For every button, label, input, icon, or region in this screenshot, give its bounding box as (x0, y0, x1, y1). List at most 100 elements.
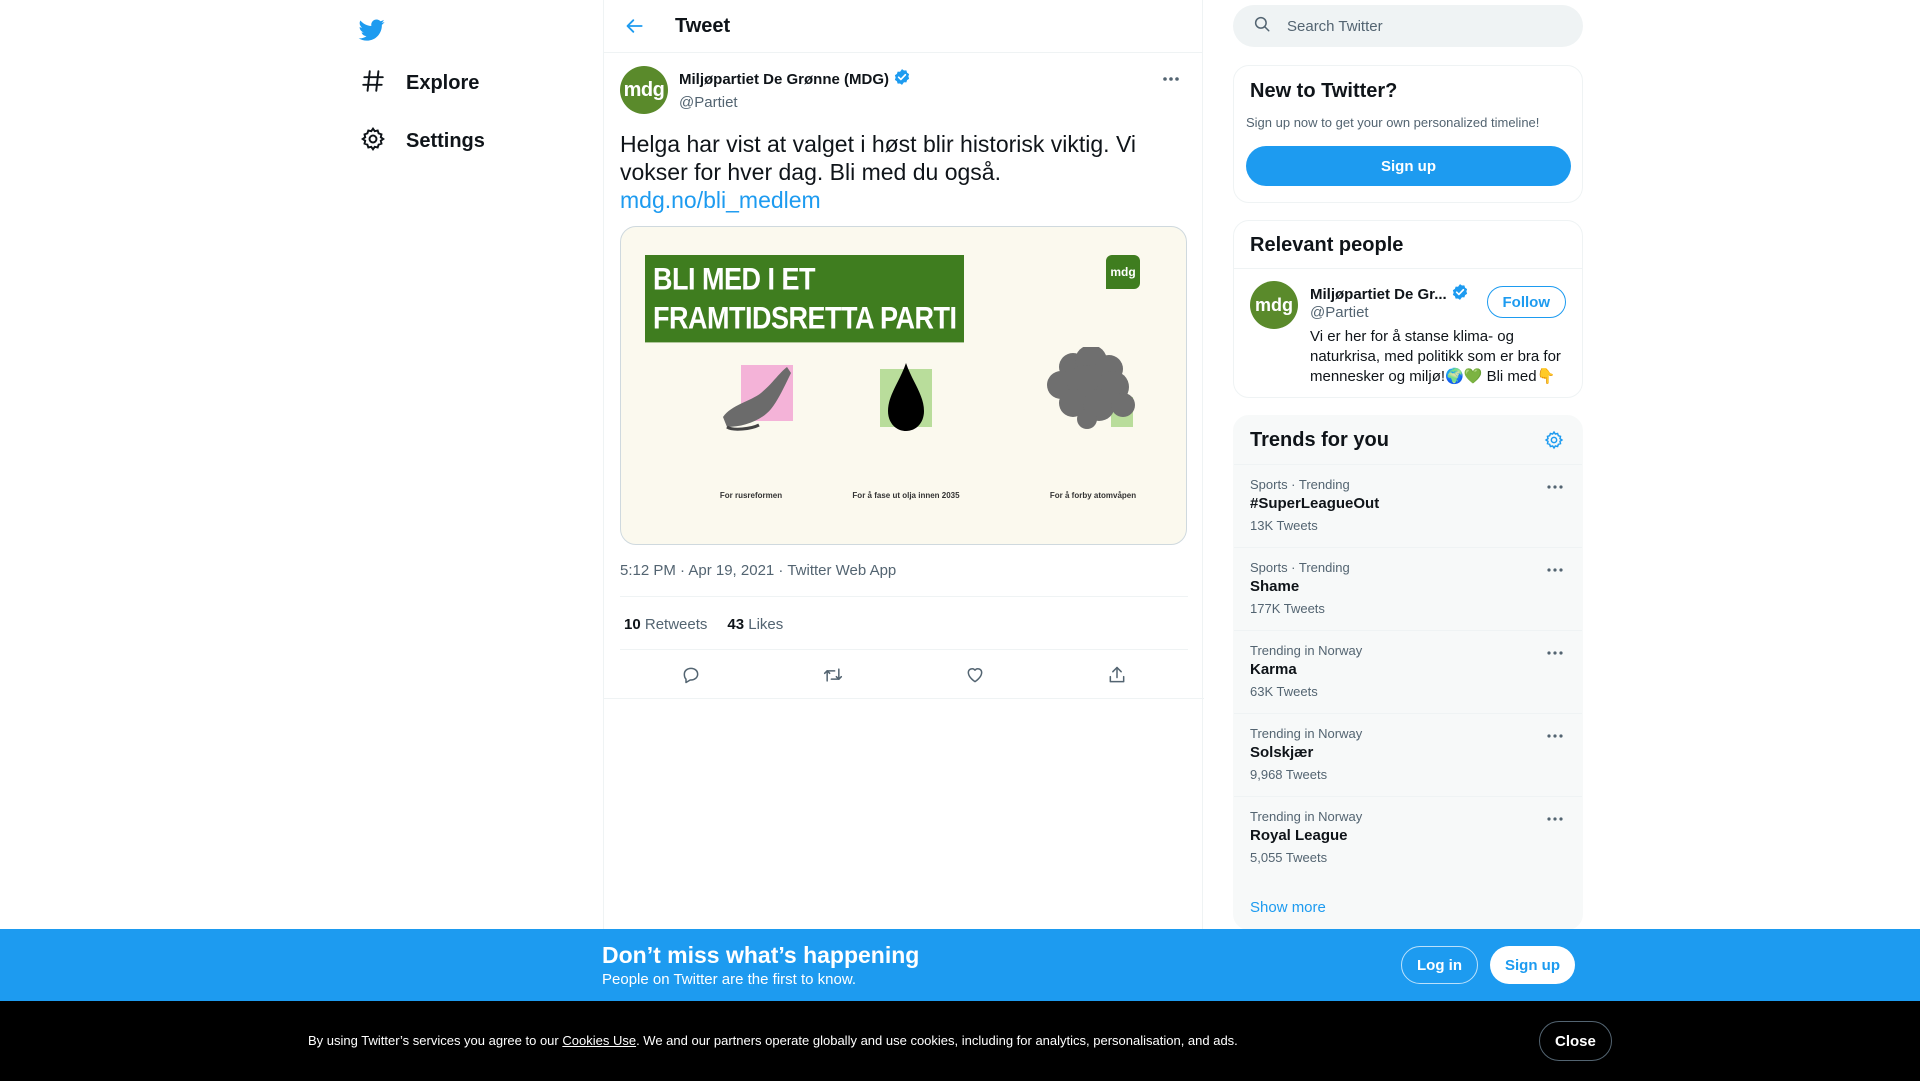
show-more-link[interactable]: Show more (1250, 899, 1326, 916)
divider (620, 596, 1188, 597)
trend-count: 5,055 Tweets (1250, 850, 1328, 865)
retweet-icon[interactable] (815, 657, 851, 693)
search-icon (1233, 15, 1271, 38)
tweet-author[interactable]: Miljøpartiet De Grønne (MDG) @Partiet (679, 68, 911, 111)
twitter-bird-icon[interactable] (352, 10, 392, 50)
search-box[interactable] (1233, 5, 1583, 47)
trend-name: Karma (1250, 661, 1297, 678)
retweets-label: Retweets (644, 616, 708, 633)
trend-name: Solskjær (1250, 744, 1314, 761)
prompt-subtitle: People on Twitter are the first to know. (602, 971, 857, 988)
relevant-people-card: Relevant people mdg Miljøpartiet De Gr..… (1233, 220, 1583, 398)
caption-3: For å forby atomvåpen (1049, 491, 1137, 500)
hashtag-icon (360, 68, 386, 99)
trends-header: Trends for you (1234, 416, 1582, 464)
likes-count: 43 (727, 616, 745, 633)
author-name: Miljøpartiet De Grønne (MDG) (679, 70, 889, 88)
trend-context: Trending in Norway (1250, 809, 1363, 824)
divider (604, 698, 1204, 699)
tweet-actions (620, 655, 1188, 695)
person-name: Miljøpartiet De Gr... (1310, 285, 1447, 303)
trend-item[interactable]: Trending in Norway Karma 63K Tweets (1234, 630, 1582, 713)
gear-icon[interactable] (1544, 430, 1564, 455)
trends-title: Trends for you (1250, 429, 1389, 451)
trend-count: 177K Tweets (1250, 601, 1325, 616)
new-to-twitter-title: New to Twitter? (1250, 80, 1398, 102)
share-icon[interactable] (1099, 657, 1135, 693)
more-options-icon[interactable] (1542, 643, 1568, 663)
follow-button[interactable]: Follow (1486, 286, 1566, 318)
tweet-timestamp[interactable]: 5:12 PM · Apr 19, 2021 · Twitter Web App (620, 562, 896, 579)
login-button[interactable]: Log in (1401, 946, 1478, 984)
close-button[interactable]: Close (1539, 1021, 1612, 1061)
cookies-use-link[interactable]: Cookies Use (562, 1033, 636, 1048)
prompt-title: Don’t miss what’s happening (602, 942, 920, 968)
trend-context: Sports · Trending (1250, 477, 1350, 492)
trend-name: Royal League (1250, 827, 1348, 844)
hand-illustration (661, 347, 841, 507)
tweet-link[interactable]: mdg.no/bli_medlem (620, 186, 1188, 214)
trends-card: Trends for you Sports · Trending #SuperL… (1233, 415, 1583, 930)
retweets-count: 10 (624, 616, 641, 633)
reply-icon[interactable] (673, 657, 709, 693)
divider (1234, 268, 1582, 269)
main-header: Tweet (604, 0, 1202, 53)
oil-drop-illustration (816, 347, 996, 507)
verified-badge-icon (893, 68, 911, 90)
signup-prompt-bar: Don’t miss what’s happening People on Tw… (0, 929, 1920, 1001)
trend-name: Shame (1250, 578, 1300, 595)
likes-label: Likes (748, 616, 784, 633)
person-avatar[interactable]: mdg (1250, 281, 1298, 329)
tweet-text: Helga har vist at valget i høst blir his… (620, 131, 1136, 185)
gear-icon (360, 126, 386, 157)
tweet-text-block: Helga har vist at valget i høst blir his… (620, 130, 1188, 214)
search-input[interactable] (1287, 17, 1547, 35)
tweet-media-image[interactable]: BLI MED I ET FRAMTIDSRETTA PARTI mdg For… (620, 226, 1187, 545)
person-name-row[interactable]: Miljøpartiet De Gr... (1310, 283, 1469, 305)
more-options-icon[interactable] (1542, 560, 1568, 580)
main-column: Tweet mdg Miljøpartiet De Grønne (MDG) @… (603, 0, 1204, 1081)
signup-button-label: Sign up (1505, 956, 1560, 974)
more-options-icon[interactable] (1542, 477, 1568, 497)
trend-item[interactable]: Sports · Trending Shame 177K Tweets (1234, 547, 1582, 630)
caption-2: For å fase ut olja innen 2035 (852, 491, 960, 500)
cookie-consent-bar: By using Twitter’s services you agree to… (0, 1001, 1920, 1081)
nav-settings[interactable]: Settings (348, 116, 497, 166)
signup-button[interactable]: Sign up (1246, 146, 1571, 186)
new-to-twitter-card: New to Twitter? Sign up now to get your … (1233, 65, 1583, 203)
trend-count: 9,968 Tweets (1250, 767, 1328, 782)
relevant-people-title: Relevant people (1250, 234, 1404, 256)
trend-item[interactable]: Trending in Norway Royal League 5,055 Tw… (1234, 796, 1582, 879)
person-bio: Vi er her for å stanse klima- og naturkr… (1310, 328, 1561, 385)
trend-context: Sports · Trending (1250, 560, 1350, 575)
cookie-text: By using Twitter’s services you agree to… (308, 1033, 1238, 1048)
trend-item[interactable]: Trending in Norway Solskjær 9,968 Tweets (1234, 713, 1582, 796)
retweets-stat[interactable]: 10 Retweets (624, 616, 707, 633)
trend-context: Trending in Norway (1250, 726, 1363, 741)
cookie-text-after: . We and our partners operate globally a… (636, 1033, 1238, 1048)
author-handle: @Partiet (679, 94, 738, 111)
caption-1: For rusreformen (719, 491, 783, 500)
nav-explore[interactable]: Explore (348, 58, 491, 108)
tweet-stats: 10 Retweets 43 Likes (624, 616, 783, 633)
media-banner: BLI MED I ET FRAMTIDSRETTA PARTI (645, 255, 965, 343)
nav-explore-label: Explore (406, 71, 480, 94)
banner-line-1: BLI MED I ET (653, 261, 816, 297)
likes-stat[interactable]: 43 Likes (727, 616, 783, 633)
new-to-twitter-subtitle: Sign up now to get your own personalized… (1246, 115, 1540, 130)
like-heart-icon[interactable] (957, 657, 993, 693)
person-handle: @Partiet (1310, 304, 1369, 321)
verified-badge-icon (1451, 283, 1469, 305)
more-options-icon[interactable] (1542, 726, 1568, 746)
explosion-illustration (1003, 345, 1183, 507)
mdg-logo: mdg (1106, 255, 1140, 289)
banner-line-2: FRAMTIDSRETTA PARTI (653, 301, 957, 336)
more-options-icon[interactable] (1542, 809, 1568, 829)
signup-button[interactable]: Sign up (1490, 946, 1575, 984)
more-options-icon[interactable] (1156, 64, 1186, 94)
trend-name: #SuperLeagueOut (1250, 495, 1380, 512)
author-avatar[interactable]: mdg (620, 66, 668, 114)
trend-item[interactable]: Sports · Trending #SuperLeagueOut 13K Tw… (1234, 464, 1582, 547)
back-arrow-icon[interactable] (617, 8, 653, 44)
divider (620, 649, 1188, 650)
